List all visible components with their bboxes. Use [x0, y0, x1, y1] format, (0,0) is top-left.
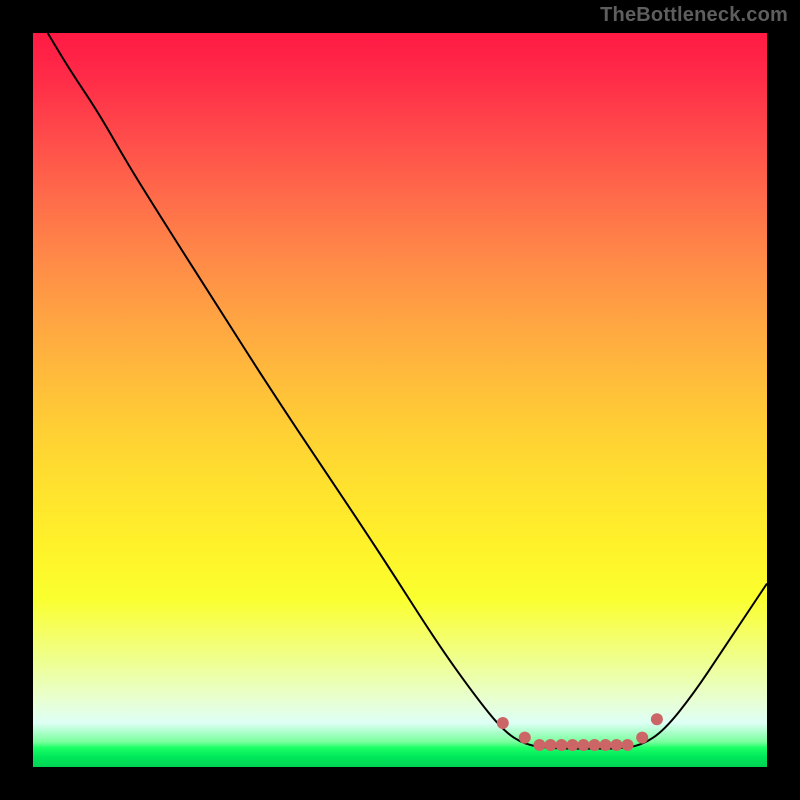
plot-area [33, 33, 767, 767]
chart-frame: TheBottleneck.com [0, 0, 800, 800]
watermark-text: TheBottleneck.com [600, 4, 788, 27]
heat-gradient-background [33, 33, 767, 767]
